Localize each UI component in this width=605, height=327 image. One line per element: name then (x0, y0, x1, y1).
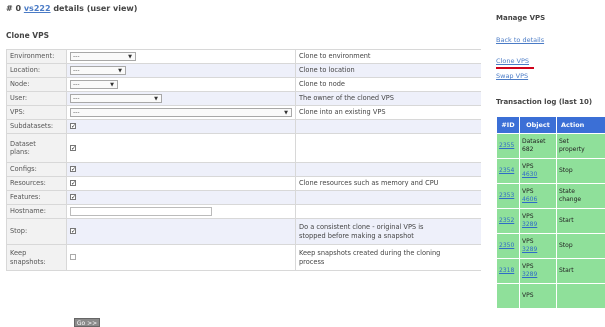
log-object-link[interactable]: 4606 (522, 196, 554, 204)
form-row-node: Node: --- ▼ Clone to node (6, 77, 481, 92)
log-row: 2353 VPS 4606 State change (497, 184, 605, 208)
vps-label: VPS: (6, 105, 67, 120)
back-to-details-link[interactable]: Back to details (496, 36, 544, 44)
chevron-down-icon: ▼ (118, 68, 122, 74)
log-row: 2352 VPS 3289 Start (497, 209, 605, 233)
vps-desc: Clone into an existing VPS (295, 105, 481, 120)
user-select[interactable]: --- ▼ (70, 94, 162, 103)
node-desc: Clone to node (295, 77, 481, 92)
sidebar: Manage VPS Back to details Clone VPS Swa… (496, 0, 605, 327)
log-header-action: Action (557, 117, 605, 133)
transaction-log-table: #ID Object Action 2355 Dataset 682 Set pro… (496, 116, 605, 309)
log-id-link[interactable]: 2318 (499, 267, 514, 274)
form-row-environment: Environment: --- ▼ Clone to environment (6, 49, 481, 64)
environment-select[interactable]: --- ▼ (70, 52, 136, 61)
log-row: 2354 VPS 4630 Stop (497, 159, 605, 183)
keep-snapshots-label: Keep snapshots: (6, 244, 67, 271)
location-select-value: --- (73, 67, 80, 74)
configs-checkbox[interactable]: ✓ (70, 166, 76, 173)
form-row-configs: Configs: ✓ (6, 162, 481, 177)
form-row-hostname: Hostname: (6, 204, 481, 219)
active-link-marker (496, 67, 534, 69)
page-title-prefix: # 0 (6, 4, 24, 13)
keep-snapshots-checkbox[interactable] (70, 254, 76, 261)
form-row-resources: Resources: ✓ Clone resources such as mem… (6, 176, 481, 191)
environment-label: Environment: (6, 49, 67, 64)
form-row-dataset-plans: Dataset plans: ✓ (6, 133, 481, 163)
log-header-id: #ID (497, 117, 519, 133)
log-object-link[interactable]: 4630 (522, 171, 554, 179)
configs-label: Configs: (6, 162, 67, 177)
node-select[interactable]: --- ▼ (70, 80, 118, 89)
node-label: Node: (6, 77, 67, 92)
form-row-keep-snapshots: Keep snapshots: Keep snapshots created du… (6, 244, 481, 271)
node-select-value: --- (73, 81, 80, 88)
chevron-down-icon: ▼ (110, 82, 114, 88)
vps-select[interactable]: --- ▼ (70, 108, 292, 117)
environment-select-value: --- (73, 53, 80, 60)
log-row: 2355 Dataset 682 Set property (497, 134, 605, 158)
stop-checkbox[interactable]: ✓ (70, 228, 76, 235)
location-label: Location: (6, 63, 67, 78)
location-desc: Clone to location (295, 63, 481, 78)
go-button[interactable]: Go >> (74, 318, 100, 327)
location-select[interactable]: --- ▼ (70, 66, 126, 75)
manage-vps-title: Manage VPS (496, 14, 546, 22)
form-row-vps: VPS: --- ▼ Clone into an existing VPS (6, 105, 481, 120)
dataset-plans-checkbox[interactable]: ✓ (70, 144, 76, 151)
subdatasets-label: Subdatasets: (6, 119, 67, 134)
environment-desc: Clone to environment (295, 49, 481, 64)
log-object-link[interactable]: 3289 (522, 271, 554, 279)
clone-vps-link[interactable]: Clone VPS (496, 57, 529, 65)
chevron-down-icon: ▼ (154, 96, 158, 102)
clone-section-title: Clone VPS (6, 31, 49, 40)
log-id-link[interactable]: 2353 (499, 192, 514, 199)
log-object-link[interactable]: 3289 (522, 221, 554, 229)
log-id-link[interactable]: 2350 (499, 242, 514, 249)
clone-form-table: Environment: --- ▼ Clone to environment L… (6, 49, 481, 271)
resources-label: Resources: (6, 176, 67, 191)
log-id-link[interactable]: 2355 (499, 142, 514, 149)
hostname-input[interactable] (70, 207, 212, 216)
page-title: # 0 vs222 details (user view) (6, 4, 481, 17)
user-select-value: --- (73, 95, 80, 102)
log-header-object: Object (520, 117, 556, 133)
resources-desc: Clone resources such as memory and CPU (295, 176, 481, 191)
stop-desc: Do a consistent clone - original VPS is s… (295, 218, 481, 245)
stop-label: Stop: (6, 218, 67, 245)
transaction-log: #ID Object Action 2355 Dataset 682 Set pro… (496, 116, 605, 327)
user-label: User: (6, 91, 67, 106)
log-header-row: #ID Object Action (497, 117, 605, 133)
features-label: Features: (6, 190, 67, 205)
chevron-down-icon: ▼ (128, 54, 132, 60)
log-object-link[interactable]: 3289 (522, 246, 554, 254)
keep-snapshots-desc: Keep snapshots created during the clonin… (295, 244, 481, 271)
swap-vps-link[interactable]: Swap VPS (496, 72, 528, 80)
subdatasets-checkbox[interactable]: ✓ (70, 123, 76, 130)
transaction-log-title: Transaction log (last 10) (496, 98, 593, 106)
form-row-stop: Stop: ✓ Do a consistent clone - original… (6, 218, 481, 245)
user-desc: The owner of the cloned VPS (295, 91, 481, 106)
vps-link[interactable]: vs222 (24, 4, 51, 13)
hostname-label: Hostname: (6, 204, 67, 219)
dataset-plans-label: Dataset plans: (6, 133, 67, 163)
form-row-user: User: --- ▼ The owner of the cloned VPS (6, 91, 481, 106)
log-id-link[interactable]: 2354 (499, 167, 514, 174)
log-row: 2318 VPS 3289 Start (497, 259, 605, 283)
resources-checkbox[interactable]: ✓ (70, 180, 76, 187)
log-row: 2350 VPS 3289 Stop (497, 234, 605, 258)
log-row: VPS (497, 284, 605, 308)
form-row-subdatasets: Subdatasets: ✓ (6, 119, 481, 134)
form-row-features: Features: ✓ (6, 190, 481, 205)
page-title-suffix: details (user view) (50, 4, 138, 13)
form-row-location: Location: --- ▼ Clone to location (6, 63, 481, 78)
features-checkbox[interactable]: ✓ (70, 194, 76, 201)
clone-form: Environment: --- ▼ Clone to environment L… (6, 49, 481, 327)
vps-select-value: --- (73, 109, 80, 116)
chevron-down-icon: ▼ (284, 110, 288, 116)
log-id-link[interactable]: 2352 (499, 217, 514, 224)
